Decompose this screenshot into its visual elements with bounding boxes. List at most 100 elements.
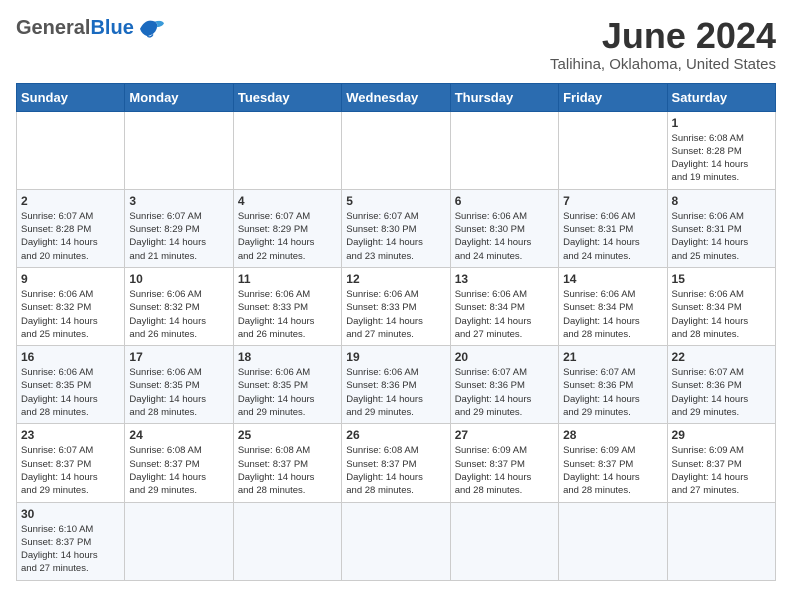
calendar-day-cell: 2 Sunrise: 6:07 AM Sunset: 8:28 PM Daylig…	[17, 189, 125, 267]
calendar-day-cell: 18 Sunrise: 6:06 AM Sunset: 8:35 PM Dayli…	[233, 346, 341, 424]
day-number: 12	[346, 272, 445, 286]
day-number: 25	[238, 428, 337, 442]
calendar-day-header-wednesday: Wednesday	[342, 83, 450, 111]
calendar-day-cell: 19 Sunrise: 6:06 AM Sunset: 8:36 PM Dayli…	[342, 346, 450, 424]
calendar-day-cell: 5Sunrise: 6:07 AM Sunset: 8:30 PM Daylig…	[342, 189, 450, 267]
day-number: 16	[21, 350, 120, 364]
calendar-day-cell	[450, 111, 558, 189]
calendar-table: SundayMondayTuesdayWednesdayThursdayFrid…	[16, 83, 776, 581]
day-content: Sunrise: 6:08 AM Sunset: 8:37 PM Dayligh…	[346, 444, 445, 497]
day-content: Sunrise: 6:08 AM Sunset: 8:37 PM Dayligh…	[129, 444, 228, 497]
day-content: Sunrise: 6:07 AM Sunset: 8:36 PM Dayligh…	[672, 366, 771, 419]
day-number: 4	[238, 194, 337, 208]
calendar-day-cell: 10 Sunrise: 6:06 AM Sunset: 8:32 PM Dayli…	[125, 267, 233, 345]
calendar-day-cell	[125, 502, 233, 580]
calendar-day-header-sunday: Sunday	[17, 83, 125, 111]
calendar-day-cell: 26 Sunrise: 6:08 AM Sunset: 8:37 PM Dayli…	[342, 424, 450, 502]
day-content: Sunrise: 6:06 AM Sunset: 8:33 PM Dayligh…	[238, 288, 337, 341]
day-number: 21	[563, 350, 662, 364]
day-content: Sunrise: 6:07 AM Sunset: 8:28 PM Dayligh…	[21, 210, 120, 263]
day-number: 29	[672, 428, 771, 442]
day-content: Sunrise: 6:06 AM Sunset: 8:32 PM Dayligh…	[129, 288, 228, 341]
day-content: Sunrise: 6:06 AM Sunset: 8:31 PM Dayligh…	[563, 210, 662, 263]
day-content: Sunrise: 6:07 AM Sunset: 8:29 PM Dayligh…	[129, 210, 228, 263]
calendar-day-cell: 23 Sunrise: 6:07 AM Sunset: 8:37 PM Dayli…	[17, 424, 125, 502]
day-number: 17	[129, 350, 228, 364]
day-content: Sunrise: 6:07 AM Sunset: 8:36 PM Dayligh…	[455, 366, 554, 419]
day-content: Sunrise: 6:06 AM Sunset: 8:34 PM Dayligh…	[563, 288, 662, 341]
calendar-day-cell: 21 Sunrise: 6:07 AM Sunset: 8:36 PM Dayli…	[559, 346, 667, 424]
day-number: 30	[21, 507, 120, 521]
day-content: Sunrise: 6:06 AM Sunset: 8:36 PM Dayligh…	[346, 366, 445, 419]
day-content: Sunrise: 6:09 AM Sunset: 8:37 PM Dayligh…	[672, 444, 771, 497]
day-content: Sunrise: 6:06 AM Sunset: 8:30 PM Dayligh…	[455, 210, 554, 263]
calendar-day-cell: 3 Sunrise: 6:07 AM Sunset: 8:29 PM Daylig…	[125, 189, 233, 267]
day-content: Sunrise: 6:06 AM Sunset: 8:35 PM Dayligh…	[129, 366, 228, 419]
day-number: 6	[455, 194, 554, 208]
day-number: 27	[455, 428, 554, 442]
calendar-day-cell	[667, 502, 775, 580]
day-content: Sunrise: 6:07 AM Sunset: 8:36 PM Dayligh…	[563, 366, 662, 419]
month-title: June 2024	[550, 16, 776, 56]
day-number: 3	[129, 194, 228, 208]
calendar-week-row: 9 Sunrise: 6:06 AM Sunset: 8:32 PM Daylig…	[17, 267, 776, 345]
day-content: Sunrise: 6:06 AM Sunset: 8:34 PM Dayligh…	[672, 288, 771, 341]
calendar-day-cell: 15 Sunrise: 6:06 AM Sunset: 8:34 PM Dayli…	[667, 267, 775, 345]
day-content: Sunrise: 6:06 AM Sunset: 8:35 PM Dayligh…	[21, 366, 120, 419]
day-content: Sunrise: 6:08 AM Sunset: 8:37 PM Dayligh…	[238, 444, 337, 497]
calendar-day-cell	[17, 111, 125, 189]
calendar-week-row: 2 Sunrise: 6:07 AM Sunset: 8:28 PM Daylig…	[17, 189, 776, 267]
calendar-day-cell	[559, 502, 667, 580]
logo-blue-text: Blue	[90, 17, 133, 40]
day-number: 24	[129, 428, 228, 442]
day-number: 10	[129, 272, 228, 286]
calendar-day-cell: 29 Sunrise: 6:09 AM Sunset: 8:37 PM Dayli…	[667, 424, 775, 502]
calendar-day-cell: 4 Sunrise: 6:07 AM Sunset: 8:29 PM Daylig…	[233, 189, 341, 267]
calendar-day-header-saturday: Saturday	[667, 83, 775, 111]
day-number: 18	[238, 350, 337, 364]
day-number: 9	[21, 272, 120, 286]
calendar-day-header-tuesday: Tuesday	[233, 83, 341, 111]
day-content: Sunrise: 6:06 AM Sunset: 8:31 PM Dayligh…	[672, 210, 771, 263]
calendar-day-cell: 22Sunrise: 6:07 AM Sunset: 8:36 PM Dayli…	[667, 346, 775, 424]
calendar-day-cell: 30 Sunrise: 6:10 AM Sunset: 8:37 PM Dayli…	[17, 502, 125, 580]
calendar-header-row: SundayMondayTuesdayWednesdayThursdayFrid…	[17, 83, 776, 111]
calendar-day-cell: 1 Sunrise: 6:08 AM Sunset: 8:28 PM Daylig…	[667, 111, 775, 189]
calendar-day-cell: 24 Sunrise: 6:08 AM Sunset: 8:37 PM Dayli…	[125, 424, 233, 502]
calendar-day-cell	[233, 111, 341, 189]
day-number: 11	[238, 272, 337, 286]
day-number: 14	[563, 272, 662, 286]
day-content: Sunrise: 6:06 AM Sunset: 8:32 PM Dayligh…	[21, 288, 120, 341]
day-content: Sunrise: 6:07 AM Sunset: 8:37 PM Dayligh…	[21, 444, 120, 497]
calendar-day-header-monday: Monday	[125, 83, 233, 111]
day-content: Sunrise: 6:07 AM Sunset: 8:29 PM Dayligh…	[238, 210, 337, 263]
day-number: 19	[346, 350, 445, 364]
day-number: 28	[563, 428, 662, 442]
title-area: June 2024 Talihina, Oklahoma, United Sta…	[550, 16, 776, 73]
calendar-day-cell	[342, 502, 450, 580]
day-number: 26	[346, 428, 445, 442]
calendar-day-cell	[450, 502, 558, 580]
logo: General Blue	[16, 16, 166, 40]
calendar-day-cell: 7 Sunrise: 6:06 AM Sunset: 8:31 PM Daylig…	[559, 189, 667, 267]
calendar-week-row: 30 Sunrise: 6:10 AM Sunset: 8:37 PM Dayli…	[17, 502, 776, 580]
calendar-day-cell: 17 Sunrise: 6:06 AM Sunset: 8:35 PM Dayli…	[125, 346, 233, 424]
day-content: Sunrise: 6:08 AM Sunset: 8:28 PM Dayligh…	[672, 132, 771, 185]
calendar-day-cell: 6 Sunrise: 6:06 AM Sunset: 8:30 PM Daylig…	[450, 189, 558, 267]
day-content: Sunrise: 6:10 AM Sunset: 8:37 PM Dayligh…	[21, 523, 120, 576]
header: General Blue June 2024 Talihina, Oklahom…	[16, 16, 776, 73]
calendar-day-cell	[559, 111, 667, 189]
calendar-day-cell: 14 Sunrise: 6:06 AM Sunset: 8:34 PM Dayli…	[559, 267, 667, 345]
day-number: 1	[672, 116, 771, 130]
day-number: 15	[672, 272, 771, 286]
day-number: 7	[563, 194, 662, 208]
calendar-day-cell: 12Sunrise: 6:06 AM Sunset: 8:33 PM Dayli…	[342, 267, 450, 345]
day-number: 2	[21, 194, 120, 208]
day-number: 23	[21, 428, 120, 442]
calendar-day-cell: 11 Sunrise: 6:06 AM Sunset: 8:33 PM Dayli…	[233, 267, 341, 345]
day-number: 8	[672, 194, 771, 208]
calendar-day-cell: 20Sunrise: 6:07 AM Sunset: 8:36 PM Dayli…	[450, 346, 558, 424]
location-title: Talihina, Oklahoma, United States	[550, 56, 776, 73]
logo-general-text: General	[16, 17, 90, 40]
day-content: Sunrise: 6:06 AM Sunset: 8:35 PM Dayligh…	[238, 366, 337, 419]
